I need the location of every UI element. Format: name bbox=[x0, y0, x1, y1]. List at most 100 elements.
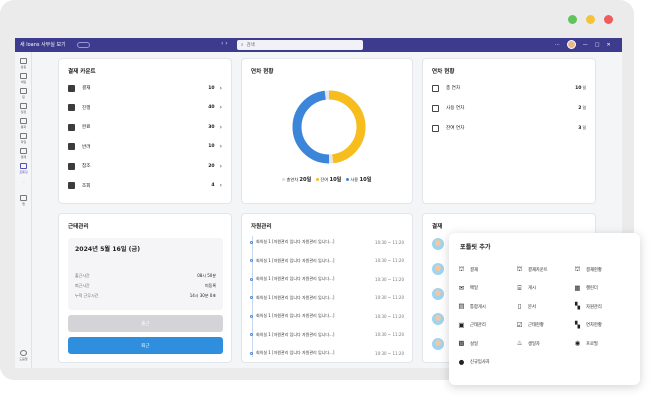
attendance-card: 근태관리 2024년 5월 16일 (금) 출근시간 08시 50분 퇴근시간 미등… bbox=[58, 213, 232, 363]
resource-row[interactable]: 회의실 1 [자원관리 입니다 자원관리 입니다...] 10:30 ~ 11:2… bbox=[250, 257, 404, 265]
resource-text: 회의실 1 [자원관리 입니다 자원관리 입니다...] bbox=[256, 276, 335, 281]
checkin-button[interactable]: 출근 bbox=[68, 315, 223, 332]
row-count: 10 bbox=[208, 144, 215, 149]
mail-icon: ✉ bbox=[458, 283, 465, 292]
stamp-icon: ⛫ bbox=[574, 265, 581, 273]
payment-row[interactable] bbox=[432, 312, 444, 326]
portlet-option[interactable]: ● 신규입사자 bbox=[458, 358, 490, 367]
approval-count-row[interactable]: 완료 30 › bbox=[68, 122, 222, 132]
portlet-option[interactable]: ⛫ 결재현황 bbox=[574, 265, 602, 274]
login-icon bbox=[432, 124, 439, 132]
card-title: 연차 현황 bbox=[432, 69, 455, 75]
minimize-icon[interactable]: — bbox=[583, 42, 588, 48]
bell-icon bbox=[20, 58, 27, 64]
rail-item-apps[interactable]: 앱 bbox=[16, 195, 31, 206]
avatar[interactable] bbox=[566, 40, 576, 49]
rail-item-calendar[interactable]: 일정 bbox=[16, 103, 31, 114]
portlet-option[interactable]: ⛫ 결재 bbox=[458, 265, 478, 274]
portlet-option[interactable]: ☑ 근태현황 bbox=[516, 321, 544, 330]
rail-item-call[interactable]: 통화 bbox=[16, 118, 31, 129]
leave-detail-row[interactable]: 총 연차 10 일 bbox=[432, 83, 586, 93]
avatar bbox=[432, 288, 444, 300]
rail-item-portlet[interactable]: 포틀릿 bbox=[16, 163, 31, 174]
timeline-dot bbox=[250, 333, 253, 336]
portlet-option[interactable]: ▚ 자원관리 bbox=[574, 302, 602, 311]
login-icon bbox=[432, 104, 439, 112]
approval-count-row[interactable]: 진행 40 › bbox=[68, 103, 222, 113]
rail-item-chat[interactable]: 채팅 bbox=[16, 73, 31, 84]
approval-count-row[interactable]: 결재 10 › bbox=[68, 83, 222, 93]
resource-text: 회의실 1 [자원관리 입니다 자원관리 입니다...] bbox=[256, 257, 335, 263]
search-input[interactable]: ⌕ 검색 bbox=[237, 40, 363, 50]
row-value: 10 bbox=[575, 85, 582, 91]
resource-row[interactable]: 회의실 1 [자원관리 입니다 자원관리 입니다...] 10:30 ~ 11:2… bbox=[250, 312, 404, 320]
close-icon[interactable]: ✕ bbox=[607, 42, 611, 48]
portlet-option-label: 연차현황 bbox=[586, 323, 602, 328]
leave-detail-row[interactable]: 사용 연차 2 일 bbox=[432, 103, 586, 113]
resource-text: 회의실 1 [자원관리 입니다 자원관리 입니다...] bbox=[256, 239, 335, 244]
portlet-option-label: 캘린더 bbox=[586, 286, 598, 291]
rail-label: ··· bbox=[22, 180, 25, 184]
stamp-icon: ⛫ bbox=[458, 265, 465, 273]
resource-row[interactable]: 회의실 1 [자원관리 입니다 자원관리 입니다...] 10:30 ~ 11:2… bbox=[250, 238, 404, 246]
rail-item-more[interactable]: ··· bbox=[16, 180, 31, 184]
donut-legend: 총연차 20일 잔여 10일 사용 10일 bbox=[242, 176, 412, 183]
attendance-row: 누적 근무시간 14시 30분 0초 bbox=[75, 293, 216, 298]
chevron-right-icon: › bbox=[219, 104, 222, 111]
portlet-option[interactable]: ▚ 연차현황 bbox=[574, 321, 602, 330]
payment-row[interactable] bbox=[432, 262, 444, 276]
portlet-option[interactable]: ▤ 통합게시 bbox=[458, 302, 485, 311]
resource-time: 10:30 ~ 11:20 bbox=[375, 332, 404, 337]
portlet-option[interactable]: ▯ 문서 bbox=[516, 302, 536, 311]
calendar-check-icon: ☑ bbox=[516, 320, 523, 329]
grid-icon: ▚ bbox=[575, 320, 580, 329]
approval-count-row[interactable]: 참조 20 › bbox=[68, 161, 222, 171]
help-icon bbox=[20, 350, 27, 356]
portlet-option[interactable]: ♨ 생일자 bbox=[516, 339, 540, 348]
red-dot-icon[interactable] bbox=[604, 15, 613, 24]
rail-label: 통화 bbox=[20, 125, 27, 129]
view-toggle[interactable] bbox=[77, 42, 90, 48]
approval-count-row[interactable]: 조회 4 › bbox=[68, 181, 222, 191]
portlet-option[interactable]: ✉ 메일 bbox=[458, 284, 478, 293]
chevron-right-icon: › bbox=[219, 84, 222, 92]
portlet-option[interactable]: ▣ 근태관리 bbox=[458, 321, 485, 330]
resource-row[interactable]: 회의실 1 [자원관리 입니다 자원관리 입니다...] 10:30 ~ 11:2… bbox=[250, 275, 404, 283]
leave-detail-row[interactable]: 잔여 연차 3 일 bbox=[432, 123, 586, 133]
grid-icon: ▚ bbox=[575, 302, 580, 310]
timeline-dot bbox=[250, 277, 253, 281]
approval-count-card: 결재 카운트 결재 10 › 진행 40 › 완료 30 › 반려 10 › 참조 20 › 조회 4 › bbox=[58, 58, 232, 204]
green-dot-icon[interactable] bbox=[568, 15, 577, 24]
portlet-option[interactable]: ⛫ 결재카운트 bbox=[516, 265, 548, 274]
rail-label: 포틀릿 bbox=[19, 170, 28, 174]
attendance-row: 출근시간 08시 50분 bbox=[75, 273, 216, 278]
row-value: 3 bbox=[578, 125, 582, 131]
portlet-option[interactable]: ◉ 프로필 bbox=[574, 339, 598, 348]
user-icon bbox=[68, 182, 75, 189]
row-label: 반려 bbox=[82, 144, 91, 150]
nav-arrows[interactable]: ‹ › bbox=[221, 40, 228, 47]
yellow-dot-icon[interactable] bbox=[586, 15, 595, 24]
row-unit: 일 bbox=[582, 125, 587, 130]
portlet-option-label: 결재카운트 bbox=[528, 267, 548, 273]
resource-row[interactable]: 회의실 1 [자원관리 입니다 자원관리 입니다...] 10:30 ~ 11:2… bbox=[250, 294, 404, 302]
rail-item-files[interactable]: 파일 bbox=[16, 133, 31, 144]
payment-row[interactable] bbox=[432, 237, 444, 251]
row-label: 사용 연차 bbox=[446, 106, 465, 111]
resource-row[interactable]: 회의실 1 [자원관리 입니다 자원관리 입니다...] 10:30 ~ 11:2… bbox=[250, 349, 404, 357]
rail-item-approval[interactable]: 결재 bbox=[16, 148, 31, 159]
portlet-option[interactable]: ⌸ 게시 bbox=[516, 284, 536, 293]
rail-item-help[interactable]: 도움말 bbox=[16, 350, 31, 361]
approval-count-row[interactable]: 반려 10 › bbox=[68, 142, 222, 152]
payment-row[interactable] bbox=[432, 337, 444, 351]
portlet-option[interactable]: ▦ 캘린더 bbox=[574, 284, 598, 293]
more-button[interactable]: ··· bbox=[555, 42, 560, 48]
payment-row[interactable] bbox=[432, 287, 444, 301]
attendance-row: 퇴근시간 미등록 bbox=[75, 283, 216, 288]
portlet-option[interactable]: ▩ 설일 bbox=[458, 339, 477, 348]
rail-item-team[interactable]: 팀 bbox=[16, 88, 31, 99]
maximize-icon[interactable]: □ bbox=[595, 42, 600, 48]
checkout-button[interactable]: 퇴근 bbox=[68, 337, 223, 354]
rail-item-activity[interactable]: 활동 bbox=[16, 58, 31, 69]
resource-row[interactable]: 회의실 1 [자원관리 입니다 자원관리 입니다...] 10:30 ~ 11:2… bbox=[250, 331, 404, 339]
